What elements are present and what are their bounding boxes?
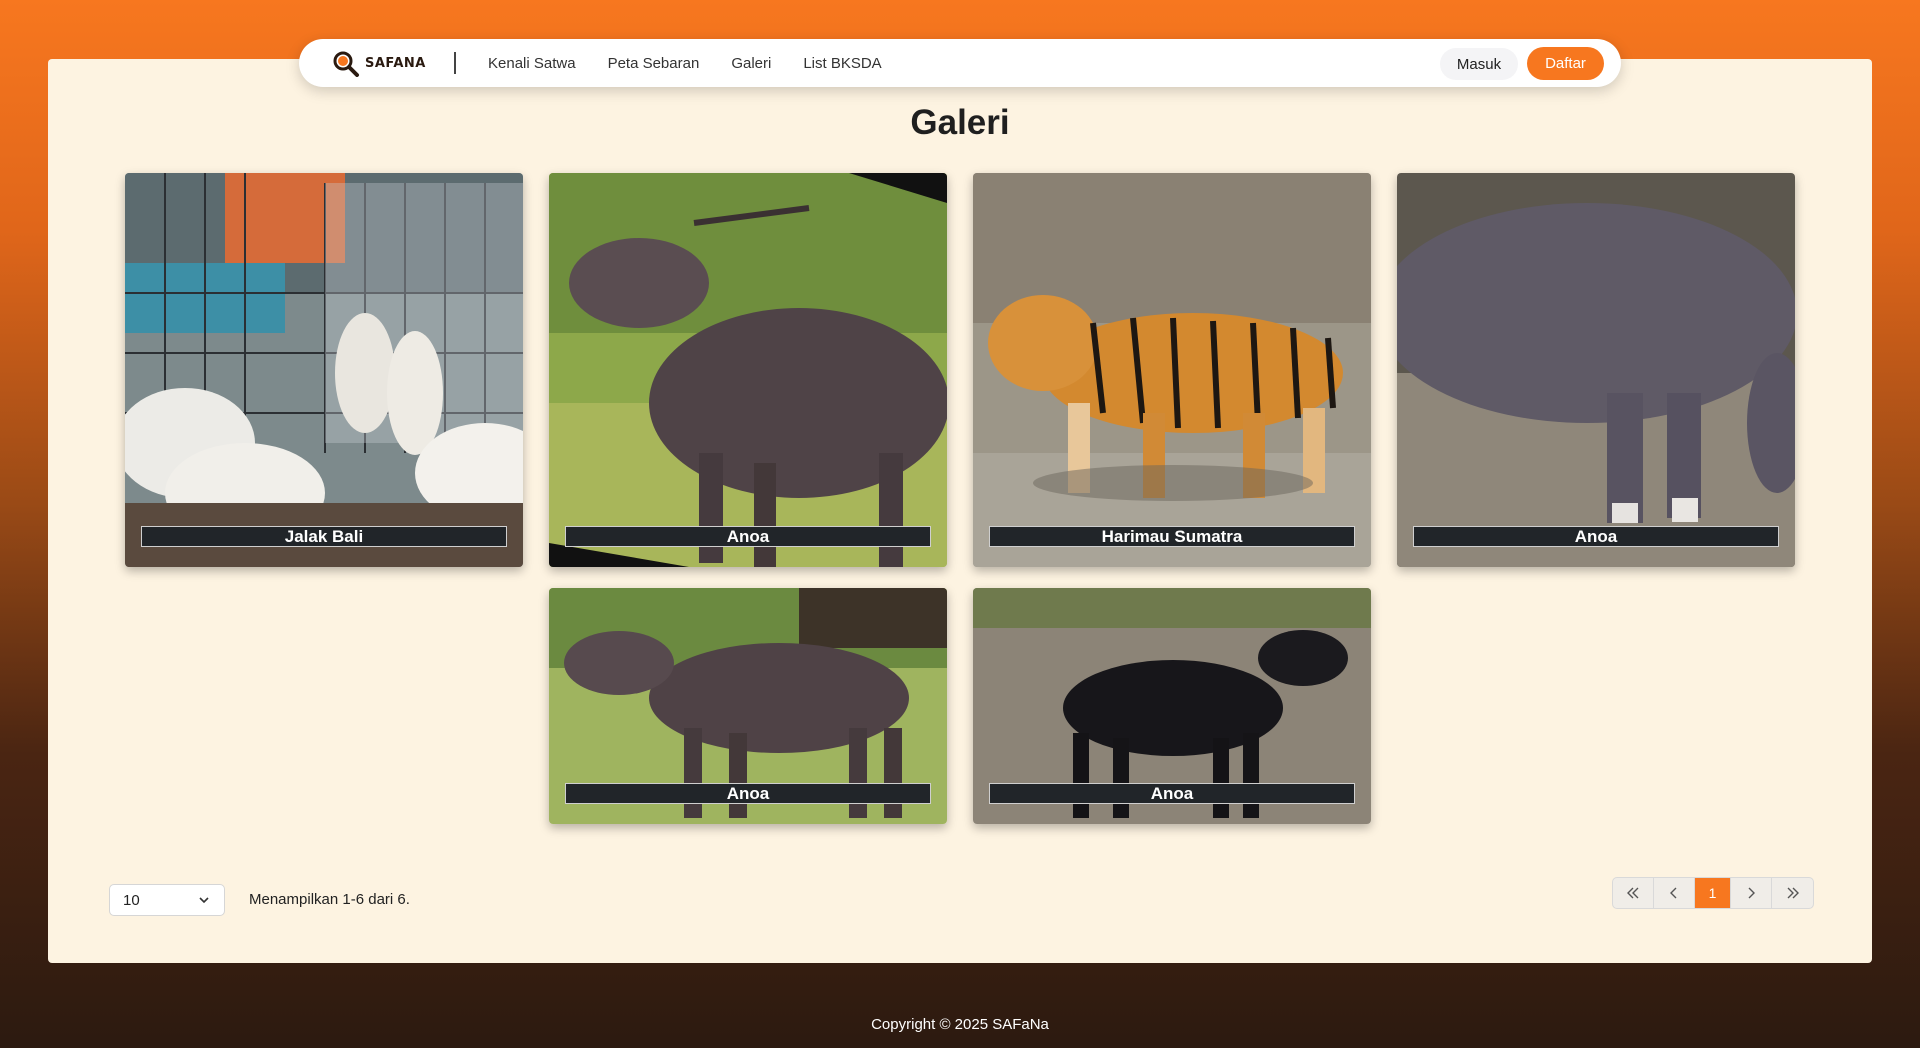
next-page-button[interactable] [1731,878,1772,908]
gallery-card-harimau-sumatra[interactable]: Harimau Sumatra [973,173,1371,567]
first-page-button[interactable] [1613,878,1654,908]
brand-logo[interactable]: SAFANA [331,49,426,77]
chevron-left-icon [1670,887,1677,899]
nav-link-kenali-satwa[interactable]: Kenali Satwa [488,55,576,72]
showing-summary: Menampilkan 1-6 dari 6. [249,891,410,908]
gallery-card-anoa-4[interactable]: Anoa [973,588,1371,824]
login-button[interactable]: Masuk [1440,48,1518,80]
per-page-select[interactable]: 10 [109,884,225,916]
gallery-card-anoa-3[interactable]: Anoa [549,588,947,824]
card-caption: Jalak Bali [141,526,507,547]
gallery-card-anoa-2[interactable]: Anoa [1397,173,1795,567]
top-navbar: SAFANA Kenali Satwa Peta Sebaran Galeri … [299,39,1621,87]
pagination: 1 [1612,877,1814,909]
page-title: Galeri [910,103,1010,142]
nav-link-peta-sebaran[interactable]: Peta Sebaran [608,55,700,72]
bird-photo [125,173,523,567]
double-chevron-right-icon [1787,887,1799,899]
last-page-button[interactable] [1772,878,1813,908]
card-caption: Anoa [989,783,1355,804]
footer-copyright: Copyright © 2025 SAFaNa [871,1016,1049,1033]
double-chevron-left-icon [1627,887,1639,899]
gallery-card-jalak-bali[interactable]: Jalak Bali [125,173,523,567]
chevron-down-icon [199,897,209,904]
tiger-photo [973,173,1371,567]
prev-page-button[interactable] [1654,878,1695,908]
nav-link-galeri[interactable]: Galeri [731,55,771,72]
page-button-current[interactable]: 1 [1695,878,1731,908]
card-caption: Harimau Sumatra [989,526,1355,547]
brand-name: SAFANA [365,55,426,71]
nav-links: Kenali Satwa Peta Sebaran Galeri List BK… [488,39,914,87]
card-caption: Anoa [1413,526,1779,547]
nav-divider [454,52,456,74]
anoa-photo [1397,173,1795,567]
card-caption: Anoa [565,526,931,547]
anoa-photo [549,173,947,567]
nav-link-list-bksda[interactable]: List BKSDA [803,55,881,72]
card-caption: Anoa [565,783,931,804]
per-page-value: 10 [123,891,140,909]
gallery-card-anoa-1[interactable]: Anoa [549,173,947,567]
chevron-right-icon [1748,887,1755,899]
register-button[interactable]: Daftar [1527,47,1604,80]
magnifier-logo-icon [333,51,359,77]
